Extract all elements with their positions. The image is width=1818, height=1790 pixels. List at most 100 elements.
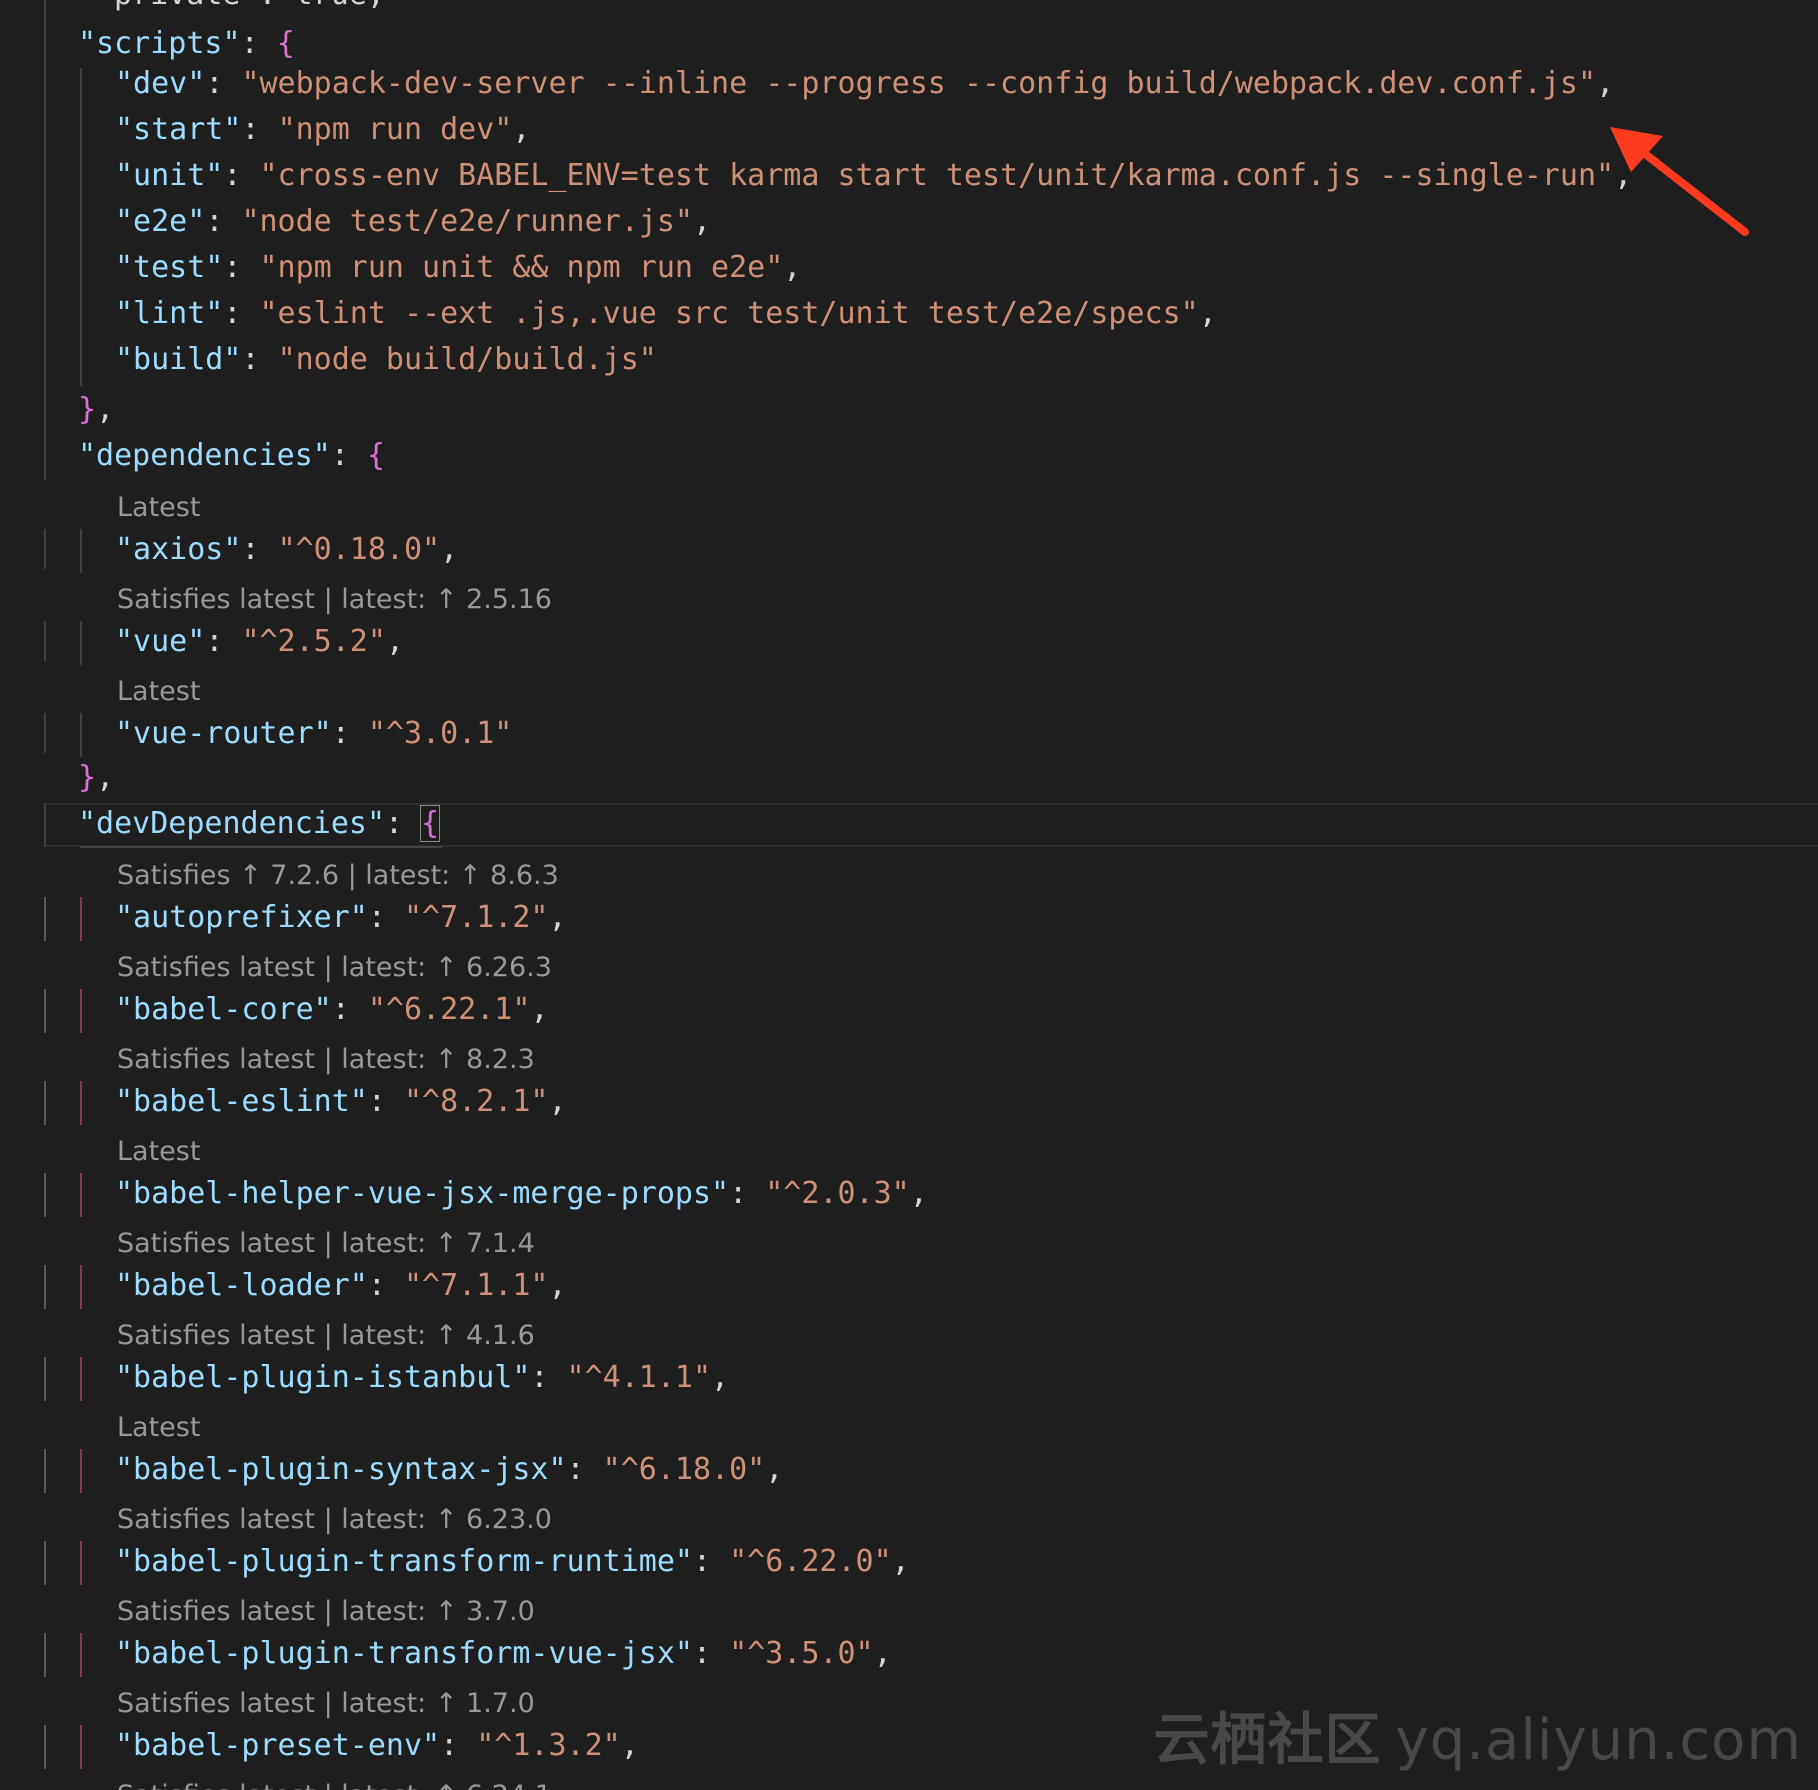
code-line-devdependency[interactable]: "babel-plugin-transform-vue-jsx": "^3.5.… [0, 1629, 1818, 1679]
indent-guide-active [80, 1633, 82, 1677]
indent-guide-active [80, 897, 82, 941]
json-key: "scripts" [78, 26, 241, 61]
json-string-value: "^3.0.1" [367, 716, 513, 751]
codelens-version-info[interactable]: Latest [0, 1131, 1818, 1173]
codelens-version-info[interactable]: Satisfies latest | latest: ↑ 8.2.3 [0, 1039, 1818, 1081]
json-key: "babel-helper-vue-jsx-merge-props" [115, 1176, 730, 1211]
comma: , [96, 760, 115, 795]
indent-guide-outer [44, 989, 46, 1033]
json-string-value: "^6.22.0" [729, 1544, 892, 1579]
code-line-script-entry[interactable]: "unit": "cross-env BABEL_ENV=test karma … [0, 151, 1818, 201]
code-line-devdependency[interactable]: "babel-helper-vue-jsx-merge-props": "^2.… [0, 1169, 1818, 1219]
code-line-close-dependencies[interactable]: }, [0, 753, 1818, 803]
colon: : [223, 296, 260, 331]
json-key: "e2e" [115, 204, 206, 239]
json-key: "test" [115, 250, 224, 285]
code-editor[interactable]: "private": true,"scripts": {"dev": "webp… [0, 0, 1818, 1790]
code-line-devdependency[interactable]: "babel-plugin-istanbul": "^4.1.1", [0, 1353, 1818, 1403]
json-key: "babel-loader" [115, 1268, 368, 1303]
json-key: "axios" [115, 532, 242, 567]
codelens-version-info[interactable]: Satisfies latest | latest: ↑ 6.24.1 [0, 1775, 1818, 1790]
indent-guide-active [80, 1173, 82, 1217]
code-line-devdependency[interactable]: "babel-core": "^6.22.1", [0, 985, 1818, 1035]
indent-guide [80, 68, 82, 386]
code-line-script-entry[interactable]: "e2e": "node test/e2e/runner.js", [0, 197, 1818, 247]
code-line-dependency[interactable]: "vue": "^2.5.2", [0, 617, 1818, 667]
comma: , [96, 392, 115, 427]
json-key: "unit" [115, 158, 224, 193]
json-key: "lint" [115, 296, 224, 331]
json-key: "dev" [115, 66, 206, 101]
json-string-value: "^1.3.2" [476, 1728, 621, 1763]
code-line-devdependency[interactable]: "autoprefixer": "^7.1.2", [0, 893, 1818, 943]
json-key: "babel-plugin-syntax-jsx" [115, 1452, 567, 1487]
code-line-script-entry[interactable]: "dev": "webpack-dev-server --inline --pr… [0, 59, 1818, 109]
code-line-dependencies[interactable]: "dependencies": { [0, 431, 1818, 481]
code-line-script-entry[interactable]: "lint": "eslint --ext .js,.vue src test/… [0, 289, 1818, 339]
codelens-version-info[interactable]: Satisfies latest | latest: ↑ 7.1.4 [0, 1223, 1818, 1265]
indent-guide-outer [44, 1357, 46, 1401]
json-string-value: "^6.22.1" [367, 992, 531, 1027]
codelens-version-info[interactable]: Satisfies latest | latest: ↑ 3.7.0 [0, 1591, 1818, 1633]
colon: : [729, 1176, 766, 1211]
codelens-version-info[interactable]: Satisfies latest | latest: ↑ 6.26.3 [0, 947, 1818, 989]
json-string-value: "eslint --ext .js,.vue src test/unit tes… [259, 296, 1199, 331]
indent-guide-active [80, 1357, 82, 1401]
comma: , [548, 900, 567, 935]
colon: : [331, 992, 368, 1027]
partial-line-text: "private": true, [96, 0, 385, 12]
colon: : [241, 532, 278, 567]
indent-guide-outer [44, 713, 46, 753]
watermark: 云栖社区 yq.aliyun.com [1154, 1695, 1802, 1776]
codelens-version-info[interactable]: Latest [0, 1407, 1818, 1449]
json-key: "babel-plugin-istanbul" [115, 1360, 531, 1395]
indent-guide [80, 621, 82, 665]
indent-guide-active [80, 1265, 82, 1309]
code-line-script-entry[interactable]: "build": "node build/build.js" [0, 335, 1818, 385]
code-line-partial[interactable]: "private": true, [0, 0, 1818, 20]
json-string-value: "^2.0.3" [765, 1176, 910, 1211]
json-string-value: "npm run dev" [277, 112, 513, 147]
indent-guide-outer [44, 1173, 46, 1217]
watermark-url: yq.aliyun.com [1395, 1708, 1802, 1773]
code-line-script-entry[interactable]: "start": "npm run dev", [0, 105, 1818, 155]
codelens-version-info[interactable]: Satisfies latest | latest: ↑ 2.5.16 [0, 579, 1818, 621]
code-line-devdependency[interactable]: "babel-plugin-transform-runtime": "^6.22… [0, 1537, 1818, 1587]
code-line-devdependency[interactable]: "babel-plugin-syntax-jsx": "^6.18.0", [0, 1445, 1818, 1495]
code-line-close-scripts[interactable]: }, [0, 385, 1818, 435]
json-string-value: "^0.18.0" [277, 532, 441, 567]
comma: , [512, 112, 531, 147]
colon: : [566, 1452, 603, 1487]
comma: , [711, 1360, 730, 1395]
code-line-dependency[interactable]: "vue-router": "^3.0.1" [0, 709, 1818, 759]
indent-guide-active [80, 1541, 82, 1585]
json-key: "babel-preset-env" [115, 1728, 441, 1763]
json-string-value: "^2.5.2" [241, 624, 386, 659]
json-string-value: "^6.18.0" [602, 1452, 766, 1487]
comma: , [440, 532, 459, 567]
codelens-version-info[interactable]: Satisfies latest | latest: ↑ 4.1.6 [0, 1315, 1818, 1357]
codelens-version-info[interactable]: Satisfies ↑ 7.2.6 | latest: ↑ 8.6.3 [0, 855, 1818, 897]
colon: : [205, 66, 242, 101]
code-line-devdependency[interactable]: "babel-eslint": "^8.2.1", [0, 1077, 1818, 1127]
json-string-value: "webpack-dev-server --inline --progress … [241, 66, 1597, 101]
code-line-devdependencies[interactable]: "devDependencies": { [0, 799, 1818, 849]
json-string-value: "^7.1.2" [404, 900, 549, 935]
indent-guide-outer [44, 1541, 46, 1585]
colon: : [367, 1268, 404, 1303]
code-line-dependency[interactable]: "axios": "^0.18.0", [0, 525, 1818, 575]
indent-guide-active [80, 1081, 82, 1125]
json-string-value: "^7.1.1" [404, 1268, 549, 1303]
code-line-script-entry[interactable]: "test": "npm run unit && npm run e2e", [0, 243, 1818, 293]
codelens-version-info[interactable]: Latest [0, 487, 1818, 529]
json-key: "babel-plugin-transform-runtime" [115, 1544, 693, 1579]
comma: , [530, 992, 549, 1027]
colon: : [241, 112, 278, 147]
code-line-devdependency[interactable]: "babel-loader": "^7.1.1", [0, 1261, 1818, 1311]
watermark-cn: 云栖社区 [1153, 1708, 1382, 1773]
codelens-version-info[interactable]: Satisfies latest | latest: ↑ 6.23.0 [0, 1499, 1818, 1541]
codelens-version-info[interactable]: Latest [0, 671, 1818, 713]
indent-guide-outer [44, 1633, 46, 1677]
comma: , [891, 1544, 910, 1579]
json-key: "babel-core" [115, 992, 332, 1027]
